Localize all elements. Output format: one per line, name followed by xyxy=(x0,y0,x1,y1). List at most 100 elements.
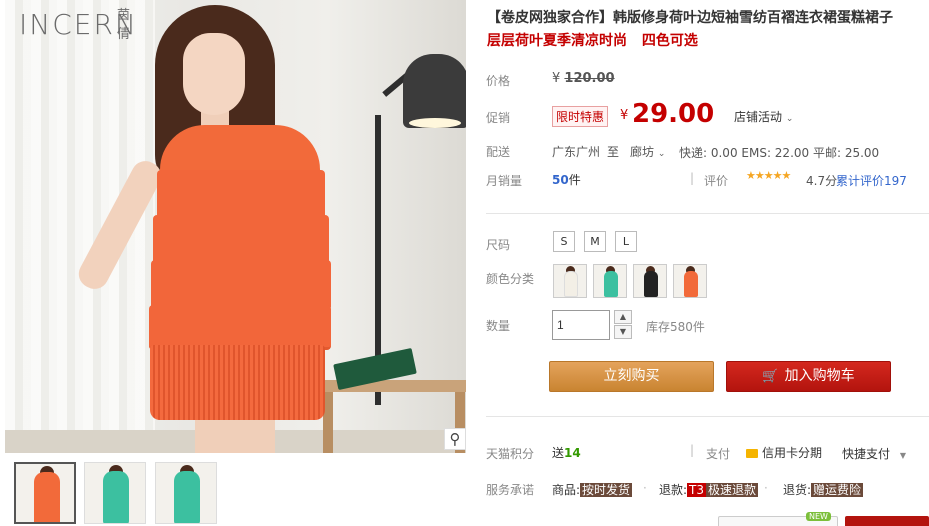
original-price-amount: 120.00 xyxy=(564,71,615,86)
divider xyxy=(486,213,929,214)
thumbnail[interactable] xyxy=(155,462,217,524)
monthly-sales: 50件 xyxy=(552,171,581,188)
quantity-label: 数量 xyxy=(486,319,511,333)
rating-stars-icon: ★★★★★ xyxy=(746,169,791,182)
price-label: 价格 xyxy=(486,74,511,88)
color-option-black[interactable] xyxy=(633,264,667,298)
payment-label: 支付 xyxy=(706,447,731,461)
points-number: 14 xyxy=(564,446,581,460)
quick-pay-label: 快捷支付 xyxy=(842,447,891,461)
shipping-fees: 快递: 0.00 EMS: 22.00 平邮: 25.00 xyxy=(679,146,880,160)
size-option-s[interactable]: S xyxy=(553,231,575,252)
shipping-label: 配送 xyxy=(486,145,511,159)
service-refund-tag[interactable]: 极速退款 xyxy=(706,483,759,497)
rating-label: 评价 xyxy=(704,174,729,188)
promotion-tag: 限时特惠 xyxy=(552,106,609,127)
dress-tier xyxy=(149,305,331,350)
dress-top xyxy=(160,125,320,175)
shopping-cart-icon: 🛒 xyxy=(762,369,779,384)
model-figure xyxy=(73,5,365,453)
service-refund-prefix: 退款: xyxy=(659,483,688,497)
points-label: 天猫积分 xyxy=(486,447,535,461)
promotion-price: 29.00 xyxy=(632,99,715,129)
credit-card-label: 信用卡分期 xyxy=(762,446,823,460)
shop-activity-label: 店铺活动 xyxy=(734,110,783,124)
shipping-to: 至 xyxy=(607,145,620,159)
service-goods-tag[interactable]: 按时发货 xyxy=(580,483,633,497)
lamp-light xyxy=(409,118,461,128)
review-link[interactable]: 累计评价197 xyxy=(836,172,907,189)
swatch-figure xyxy=(684,271,698,297)
service-return: 退货: 赠运费险 xyxy=(783,481,864,498)
points-value: 送14 xyxy=(552,444,581,461)
swatch-figure xyxy=(644,271,658,297)
size-option-m[interactable]: M xyxy=(584,231,606,252)
quantity-input[interactable] xyxy=(552,310,610,340)
review-label: 累计评价 xyxy=(836,174,885,188)
service-return-prefix: 退货: xyxy=(783,483,812,497)
service-goods: 商品: 按时发货 xyxy=(552,481,633,498)
product-title: 【卷皮网独家合作】韩版修身荷叶边短袖雪纺百褶连衣裙蛋糕裙子 xyxy=(487,10,893,26)
color-option-orange[interactable] xyxy=(673,264,707,298)
shipping-origin: 广东广州 xyxy=(552,145,601,159)
model-face xyxy=(183,33,245,115)
color-label: 颜色分类 xyxy=(486,272,535,286)
original-price: ¥ 120.00 xyxy=(552,71,615,86)
dress-tier xyxy=(157,170,325,220)
points-prefix: 送 xyxy=(552,446,565,460)
chevron-down-icon: ⌄ xyxy=(785,114,794,124)
divider-pipe: | xyxy=(690,443,695,457)
thumbnail-figure xyxy=(174,471,200,523)
credit-card-installment[interactable]: 信用卡分期 xyxy=(746,444,822,461)
currency-symbol: ¥ xyxy=(620,108,629,123)
service-goods-prefix: 商品: xyxy=(552,483,581,497)
chevron-down-icon: ⌄ xyxy=(657,149,666,159)
swatch-figure xyxy=(564,271,578,297)
thumbnail-figure xyxy=(103,471,129,523)
color-option-white[interactable] xyxy=(553,264,587,298)
main-product-image[interactable]: INCERN 茵倩 xyxy=(5,0,466,453)
divider xyxy=(486,416,929,417)
separator-dot: · xyxy=(764,481,768,495)
rating-score: 4.7分 xyxy=(806,174,838,188)
t3-badge: T3 xyxy=(687,483,707,497)
credit-card-icon xyxy=(746,449,758,458)
add-to-cart-label: 加入购物车 xyxy=(784,368,855,384)
shop-activity-dropdown[interactable]: 店铺活动 ⌄ xyxy=(734,108,793,125)
divider-pipe: | xyxy=(690,171,695,185)
buy-now-button[interactable]: 立刻购买 xyxy=(549,361,714,392)
add-to-cart-button[interactable]: 🛒 加入购物车 xyxy=(726,361,891,392)
swatch-figure xyxy=(604,271,618,297)
dress-tier xyxy=(151,260,331,310)
magnifier-icon[interactable]: ⚲ xyxy=(444,428,466,450)
service-refund: 退款: T3 极速退款 xyxy=(659,481,759,498)
monthly-sales-count: 50 xyxy=(552,173,569,187)
primary-button[interactable] xyxy=(845,516,929,526)
triangle-down-icon: ▼ xyxy=(899,451,906,460)
service-label: 服务承诺 xyxy=(486,483,535,497)
quick-pay-dropdown[interactable]: 快捷支付 ▼ xyxy=(842,445,906,462)
new-badge: NEW xyxy=(806,512,831,521)
buy-now-label: 立刻购买 xyxy=(603,368,660,384)
monthly-sales-label: 月销量 xyxy=(486,174,523,188)
stock-count: 库存580件 xyxy=(646,320,705,334)
shipping-destination: 廊坊 xyxy=(630,145,655,159)
dress-tier xyxy=(153,215,329,265)
separator-dot: · xyxy=(643,481,647,495)
product-subtitle: 层层荷叶夏季清凉时尚 四色可选 xyxy=(487,33,698,49)
quantity-decrease-button[interactable]: ▼ xyxy=(614,325,632,339)
color-option-green[interactable] xyxy=(593,264,627,298)
dress-pleated-hem xyxy=(150,345,325,420)
thumbnail-figure xyxy=(34,472,60,522)
promotion-label: 促销 xyxy=(486,111,511,125)
thumbnail[interactable] xyxy=(14,462,76,524)
size-option-l[interactable]: L xyxy=(615,231,637,252)
currency-symbol: ¥ xyxy=(552,71,561,86)
quantity-increase-button[interactable]: ▲ xyxy=(614,310,632,324)
shipping-destination-selector[interactable]: 廊坊 ⌄ xyxy=(630,143,665,160)
monthly-sales-unit: 件 xyxy=(568,173,581,187)
size-label: 尺码 xyxy=(486,238,511,252)
service-return-tag[interactable]: 赠运费险 xyxy=(811,483,864,497)
review-count: 197 xyxy=(884,174,907,188)
thumbnail[interactable] xyxy=(84,462,146,524)
